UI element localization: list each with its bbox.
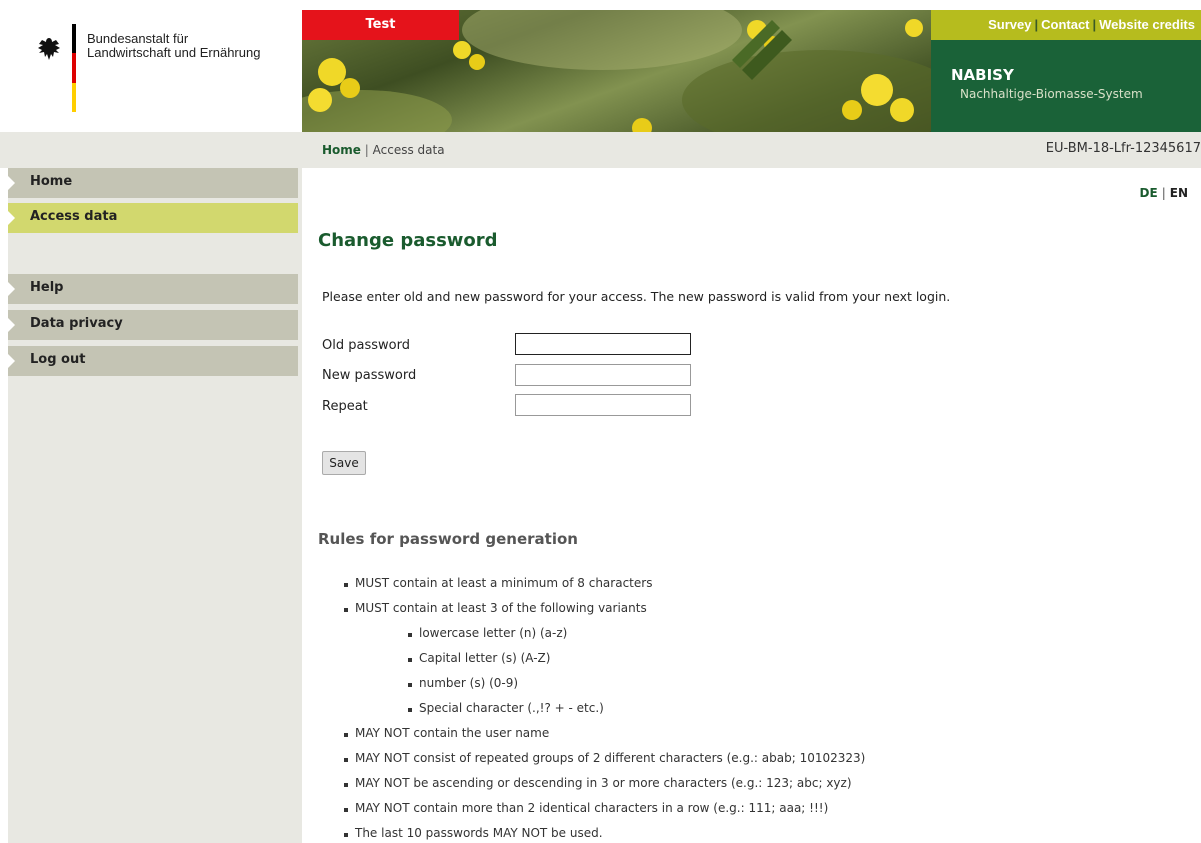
rules-title: Rules for password generation (318, 530, 578, 548)
rule-item: MUST contain at least a minimum of 8 cha… (343, 576, 653, 590)
language-switch: DE | EN (1140, 186, 1188, 200)
old-password-label: Old password (322, 338, 410, 353)
old-password-field[interactable] (515, 333, 691, 355)
app-subtitle: Nachhaltige-Biomasse-System (960, 87, 1143, 101)
app-brand-box: NABISY Nachhaltige-Biomasse-System (931, 40, 1201, 132)
intro-text: Please enter old and new password for yo… (322, 289, 951, 304)
sidebar-item-home[interactable]: Home (8, 168, 298, 198)
rule-item: MAY NOT be ascending or descending in 3 … (344, 776, 852, 790)
survey-link[interactable]: Survey (988, 17, 1031, 32)
language-en-link[interactable]: EN (1170, 186, 1188, 200)
sidebar-item-help[interactable]: Help (8, 274, 298, 304)
sidebar-item-data-privacy[interactable]: Data privacy (8, 310, 298, 340)
sidebar-item-access-data[interactable]: Access data (8, 203, 298, 233)
save-button[interactable]: Save (322, 451, 366, 475)
rule-item: MAY NOT consist of repeated groups of 2 … (343, 751, 866, 765)
breadcrumb-current: Access data (372, 143, 445, 157)
breadcrumb-bar: Home | Access data EU-BM-18-Lfr-12345617 (0, 132, 1201, 168)
link-separator: | (1034, 17, 1039, 32)
rule-sub-item: Special character (.,!? + - etc.) (408, 701, 604, 715)
german-flag-bar (72, 24, 76, 112)
case-id: EU-BM-18-Lfr-12345617 (1045, 141, 1201, 156)
breadcrumb: Home | Access data (322, 143, 445, 157)
repeat-password-label: Repeat (322, 399, 368, 414)
rule-item: The last 10 passwords MAY NOT be used. (344, 826, 603, 840)
language-separator: | (1161, 186, 1166, 200)
contact-link[interactable]: Contact (1041, 17, 1089, 32)
new-password-label: New password (322, 368, 417, 383)
repeat-password-field[interactable] (515, 394, 691, 416)
breadcrumb-home-link[interactable]: Home (322, 143, 361, 157)
org-logo[interactable]: Bundesanstalt für Landwirtschaft und Ern… (0, 0, 302, 132)
rule-item: MAY NOT contain more than 2 identical ch… (343, 801, 829, 815)
app-title: NABISY (951, 66, 1014, 84)
org-name: Bundesanstalt für Landwirtschaft und Ern… (87, 31, 261, 60)
rule-item: MAY NOT contain the user name (343, 726, 550, 740)
language-de-link[interactable]: DE (1140, 186, 1158, 200)
page-title: Change password (318, 230, 498, 251)
rule-sub-item: lowercase letter (n) (a-z) (407, 626, 568, 640)
top-links-bar: Survey | Contact | Website credits (931, 10, 1201, 40)
sidebar: Home Access data Help Data privacy Log o… (8, 168, 302, 843)
website-credits-link[interactable]: Website credits (1099, 17, 1195, 32)
rule-item: MUST contain at least 3 of the following… (344, 601, 647, 615)
sidebar-item-log-out[interactable]: Log out (8, 346, 298, 376)
new-password-field[interactable] (515, 364, 691, 386)
federal-eagle-icon (38, 38, 60, 60)
breadcrumb-separator: | (364, 143, 373, 157)
rule-sub-item: number (s) (0-9) (407, 676, 519, 690)
rule-sub-item: Capital letter (s) (A-Z) (407, 651, 551, 665)
link-separator: | (1092, 17, 1097, 32)
test-environment-label: Test (302, 10, 459, 40)
